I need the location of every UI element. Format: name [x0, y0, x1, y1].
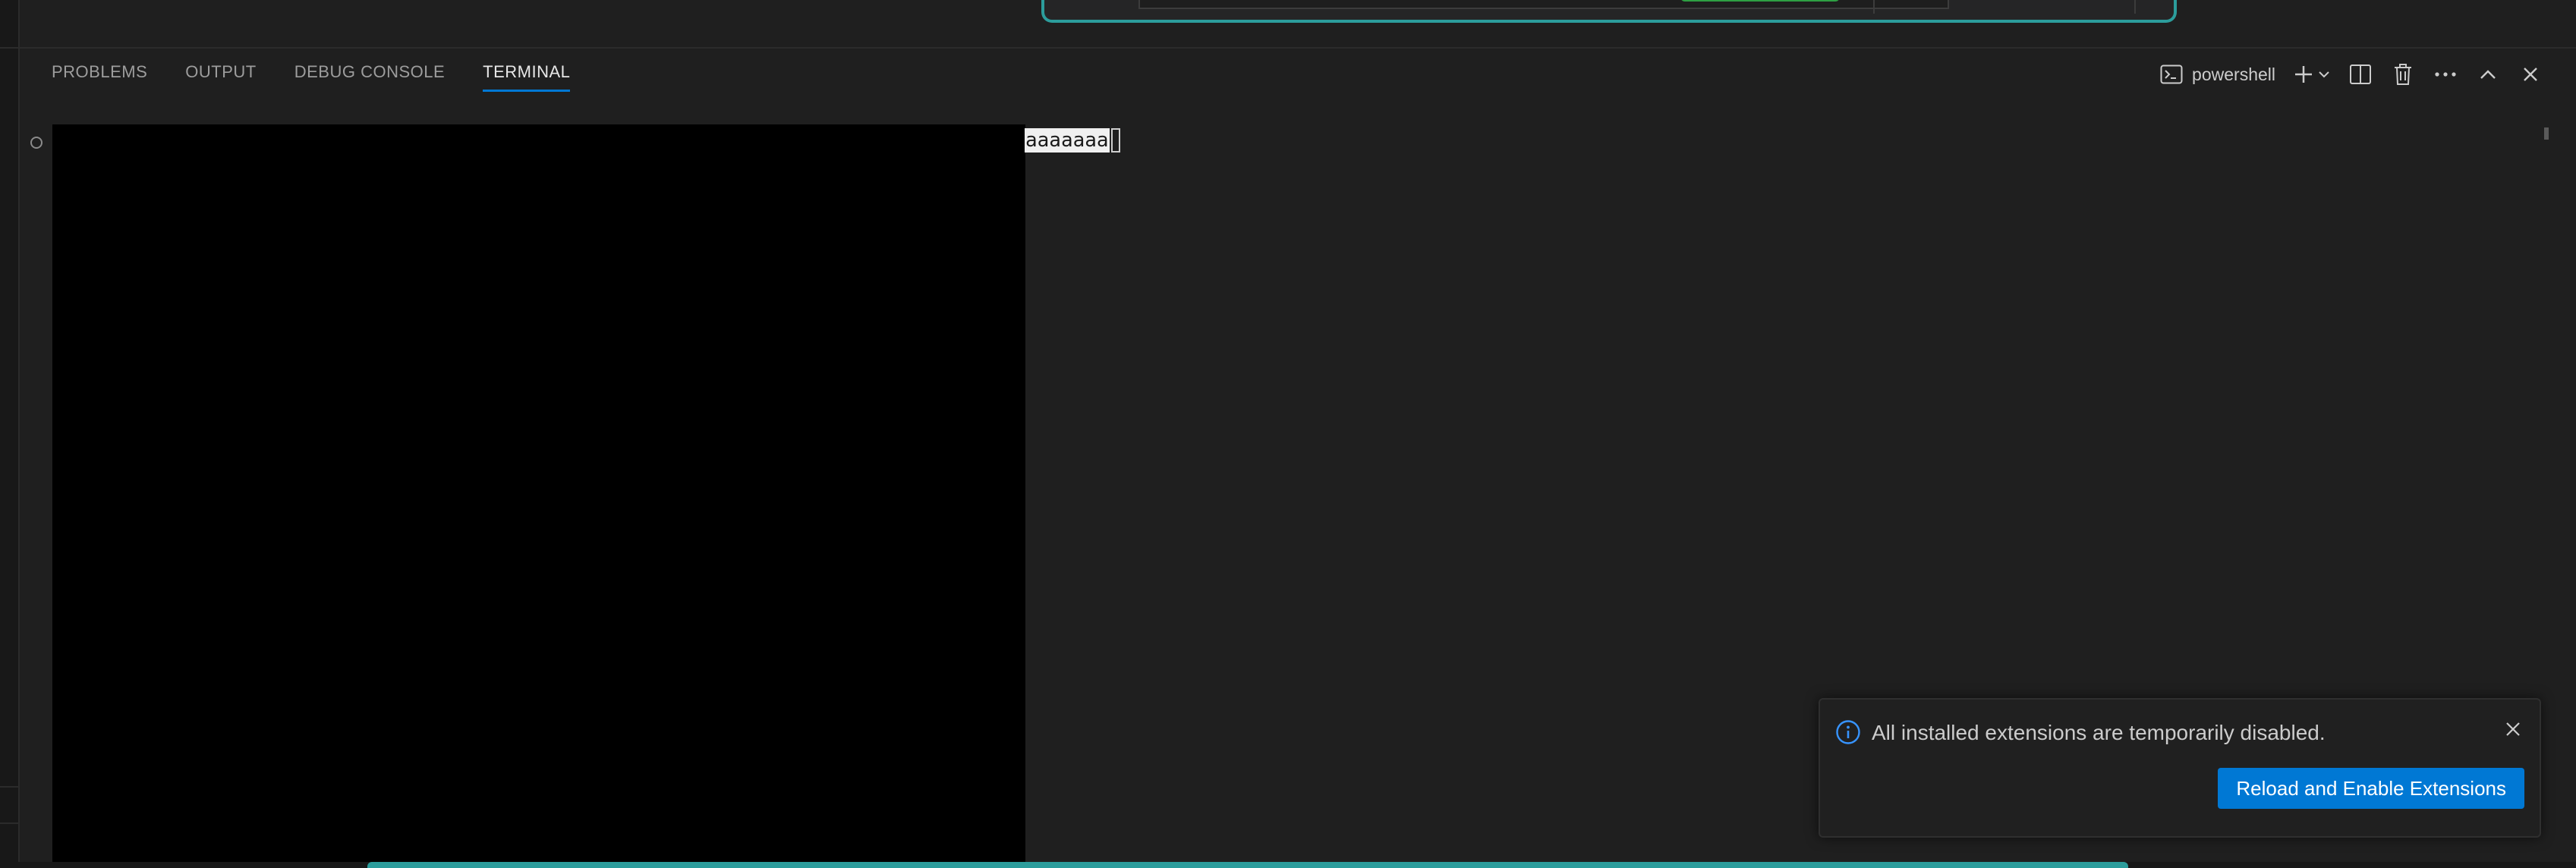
activity-bar-strip: [0, 0, 20, 47]
terminal-shell-icon: [2160, 64, 2183, 84]
terminal-shell-label: powershell: [2192, 64, 2275, 84]
terminal-black-region: [52, 124, 1025, 868]
maximize-panel-button[interactable]: [2473, 59, 2503, 90]
rail-divider: [0, 786, 18, 788]
terminal-launch-profile-button[interactable]: [2315, 59, 2333, 90]
trash-icon: [2395, 64, 2411, 85]
chevron-down-icon: [2319, 71, 2329, 78]
split-icon: [2350, 64, 2371, 84]
vscode-window: PROBLEMS OUTPUT DEBUG CONSOLE TERMINAL p…: [0, 0, 2576, 868]
split-terminal-button[interactable]: [2345, 59, 2376, 90]
notification-toast: All installed extensions are temporarily…: [1819, 698, 2541, 838]
terminal-typed-text: aaaaaaa: [1025, 128, 1110, 153]
tab-terminal[interactable]: TERMINAL: [483, 62, 571, 92]
reload-enable-extensions-button[interactable]: Reload and Enable Extensions: [2218, 768, 2524, 809]
info-icon: [1836, 720, 1860, 744]
terminal-cursor: [1110, 128, 1120, 153]
command-decoration-icon[interactable]: [30, 137, 43, 149]
kill-terminal-button[interactable]: [2388, 59, 2418, 90]
quick-input-ok-button[interactable]: [1680, 0, 1840, 2]
close-panel-button[interactable]: [2515, 59, 2546, 90]
panel-actions: powershell: [2160, 59, 2546, 90]
tab-output[interactable]: OUTPUT: [185, 62, 256, 90]
notification-close-button[interactable]: [2500, 716, 2526, 742]
terminal-shell-selector[interactable]: powershell: [2160, 59, 2275, 90]
terminal-scrollbar[interactable]: [2544, 127, 2549, 140]
more-icon: [2435, 72, 2456, 77]
panel-tabs: PROBLEMS OUTPUT DEBUG CONSOLE TERMINAL: [52, 62, 608, 99]
more-actions-button[interactable]: [2430, 59, 2461, 90]
tab-problems[interactable]: PROBLEMS: [52, 62, 147, 90]
rail-divider: [0, 822, 18, 824]
tab-debug-console[interactable]: DEBUG CONSOLE: [294, 62, 445, 90]
terminal-prompt-line: aaaaaaa: [1025, 127, 1120, 153]
activity-bar-strip: [0, 49, 20, 868]
close-icon: [2506, 722, 2520, 736]
chevron-up-icon: [2480, 70, 2496, 79]
editor-area-strip: [0, 0, 2576, 49]
notification-message: All installed extensions are temporarily…: [1872, 721, 2326, 744]
close-icon: [2524, 68, 2537, 81]
quick-input-dialog: [1041, 0, 2177, 23]
dialog-divider: [1873, 0, 1875, 14]
bottom-dialog-edge: [367, 862, 2128, 868]
new-terminal-button[interactable]: [2292, 59, 2315, 90]
plus-icon: [2295, 66, 2312, 83]
dialog-divider: [2134, 0, 2136, 14]
